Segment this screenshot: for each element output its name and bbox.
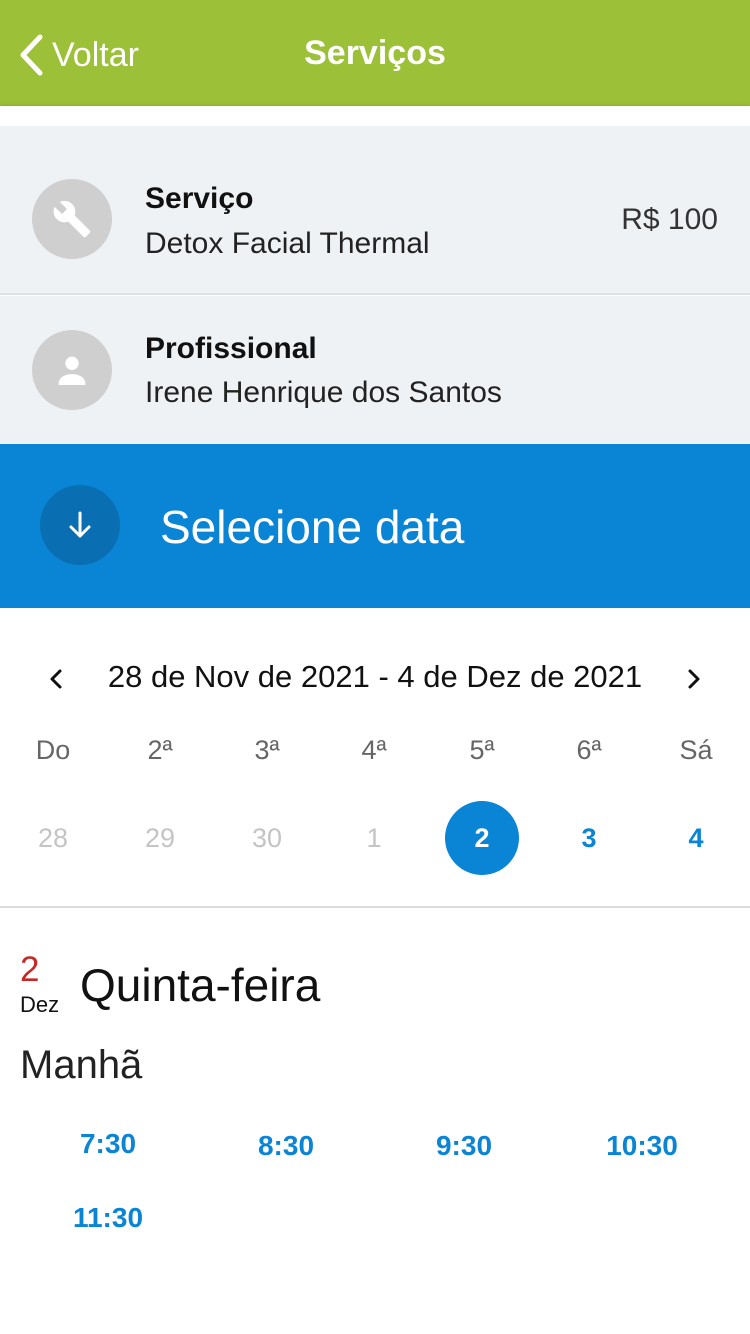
chevron-right-icon [688, 669, 700, 689]
time-slot-button[interactable]: 7:30 [43, 1128, 173, 1160]
next-week-button[interactable] [676, 661, 712, 697]
selected-month: Dez [20, 992, 60, 1017]
selected-day-number: 2 [20, 950, 40, 989]
professional-label: Profissional [145, 332, 317, 365]
weekday-label: 4ª [361, 735, 387, 765]
service-label: Serviço [145, 182, 254, 215]
weekday-label: 5ª [469, 735, 495, 765]
professional-name: Irene Henrique dos Santos [145, 376, 502, 409]
section-divider [0, 906, 750, 908]
professional-avatar [32, 330, 112, 410]
weekday-label: 6ª [576, 735, 602, 765]
app-header: Voltar Serviços [0, 0, 750, 106]
day-row: 28 29 30 1 2 3 4 [0, 801, 750, 875]
selected-weekday: Quinta-feira [80, 959, 321, 1011]
weekday-label: Sá [679, 735, 713, 765]
calendar-day[interactable]: 3 [552, 801, 626, 875]
calendar-day[interactable]: 4 [659, 801, 733, 875]
time-slot-button[interactable]: 10:30 [577, 1130, 707, 1162]
time-slot-button[interactable]: 8:30 [221, 1130, 351, 1162]
calendar-day-selected[interactable]: 2 [445, 801, 519, 875]
wrench-icon [53, 200, 91, 238]
service-name: Detox Facial Thermal [145, 227, 430, 260]
weekday-header-row: Do 2ª 3ª 4ª 5ª 6ª Sá [0, 735, 750, 769]
calendar-day: 28 [37, 822, 69, 853]
calendar-day: 29 [144, 822, 176, 853]
arrow-down-icon [69, 511, 91, 538]
week-navigation: 28 de Nov de 2021 - 4 de Dez de 2021 [0, 655, 750, 703]
service-price: R$ 100 [621, 203, 718, 236]
banner-icon-circle [40, 485, 120, 565]
calendar-day: 1 [366, 822, 382, 853]
professional-card: Profissional Irene Henrique dos Santos [0, 296, 750, 444]
service-avatar [32, 179, 112, 259]
person-icon [58, 356, 86, 385]
time-slot-button[interactable]: 9:30 [399, 1130, 529, 1162]
service-card: Serviço Detox Facial Thermal R$ 100 [0, 126, 750, 295]
select-date-banner[interactable]: Selecione data [0, 444, 750, 608]
page-title: Serviços [304, 34, 446, 72]
period-heading: Manhã [20, 1043, 143, 1087]
calendar-day: 30 [251, 822, 283, 853]
header-shadow-strip [0, 106, 750, 126]
weekday-label: Do [35, 735, 71, 765]
weekday-label: 3ª [254, 735, 280, 765]
week-range-label: 28 de Nov de 2021 - 4 de Dez de 2021 [107, 659, 643, 694]
select-date-title: Selecione data [160, 501, 465, 553]
weekday-label: 2ª [147, 735, 173, 765]
time-slot-button[interactable]: 11:30 [43, 1202, 173, 1234]
